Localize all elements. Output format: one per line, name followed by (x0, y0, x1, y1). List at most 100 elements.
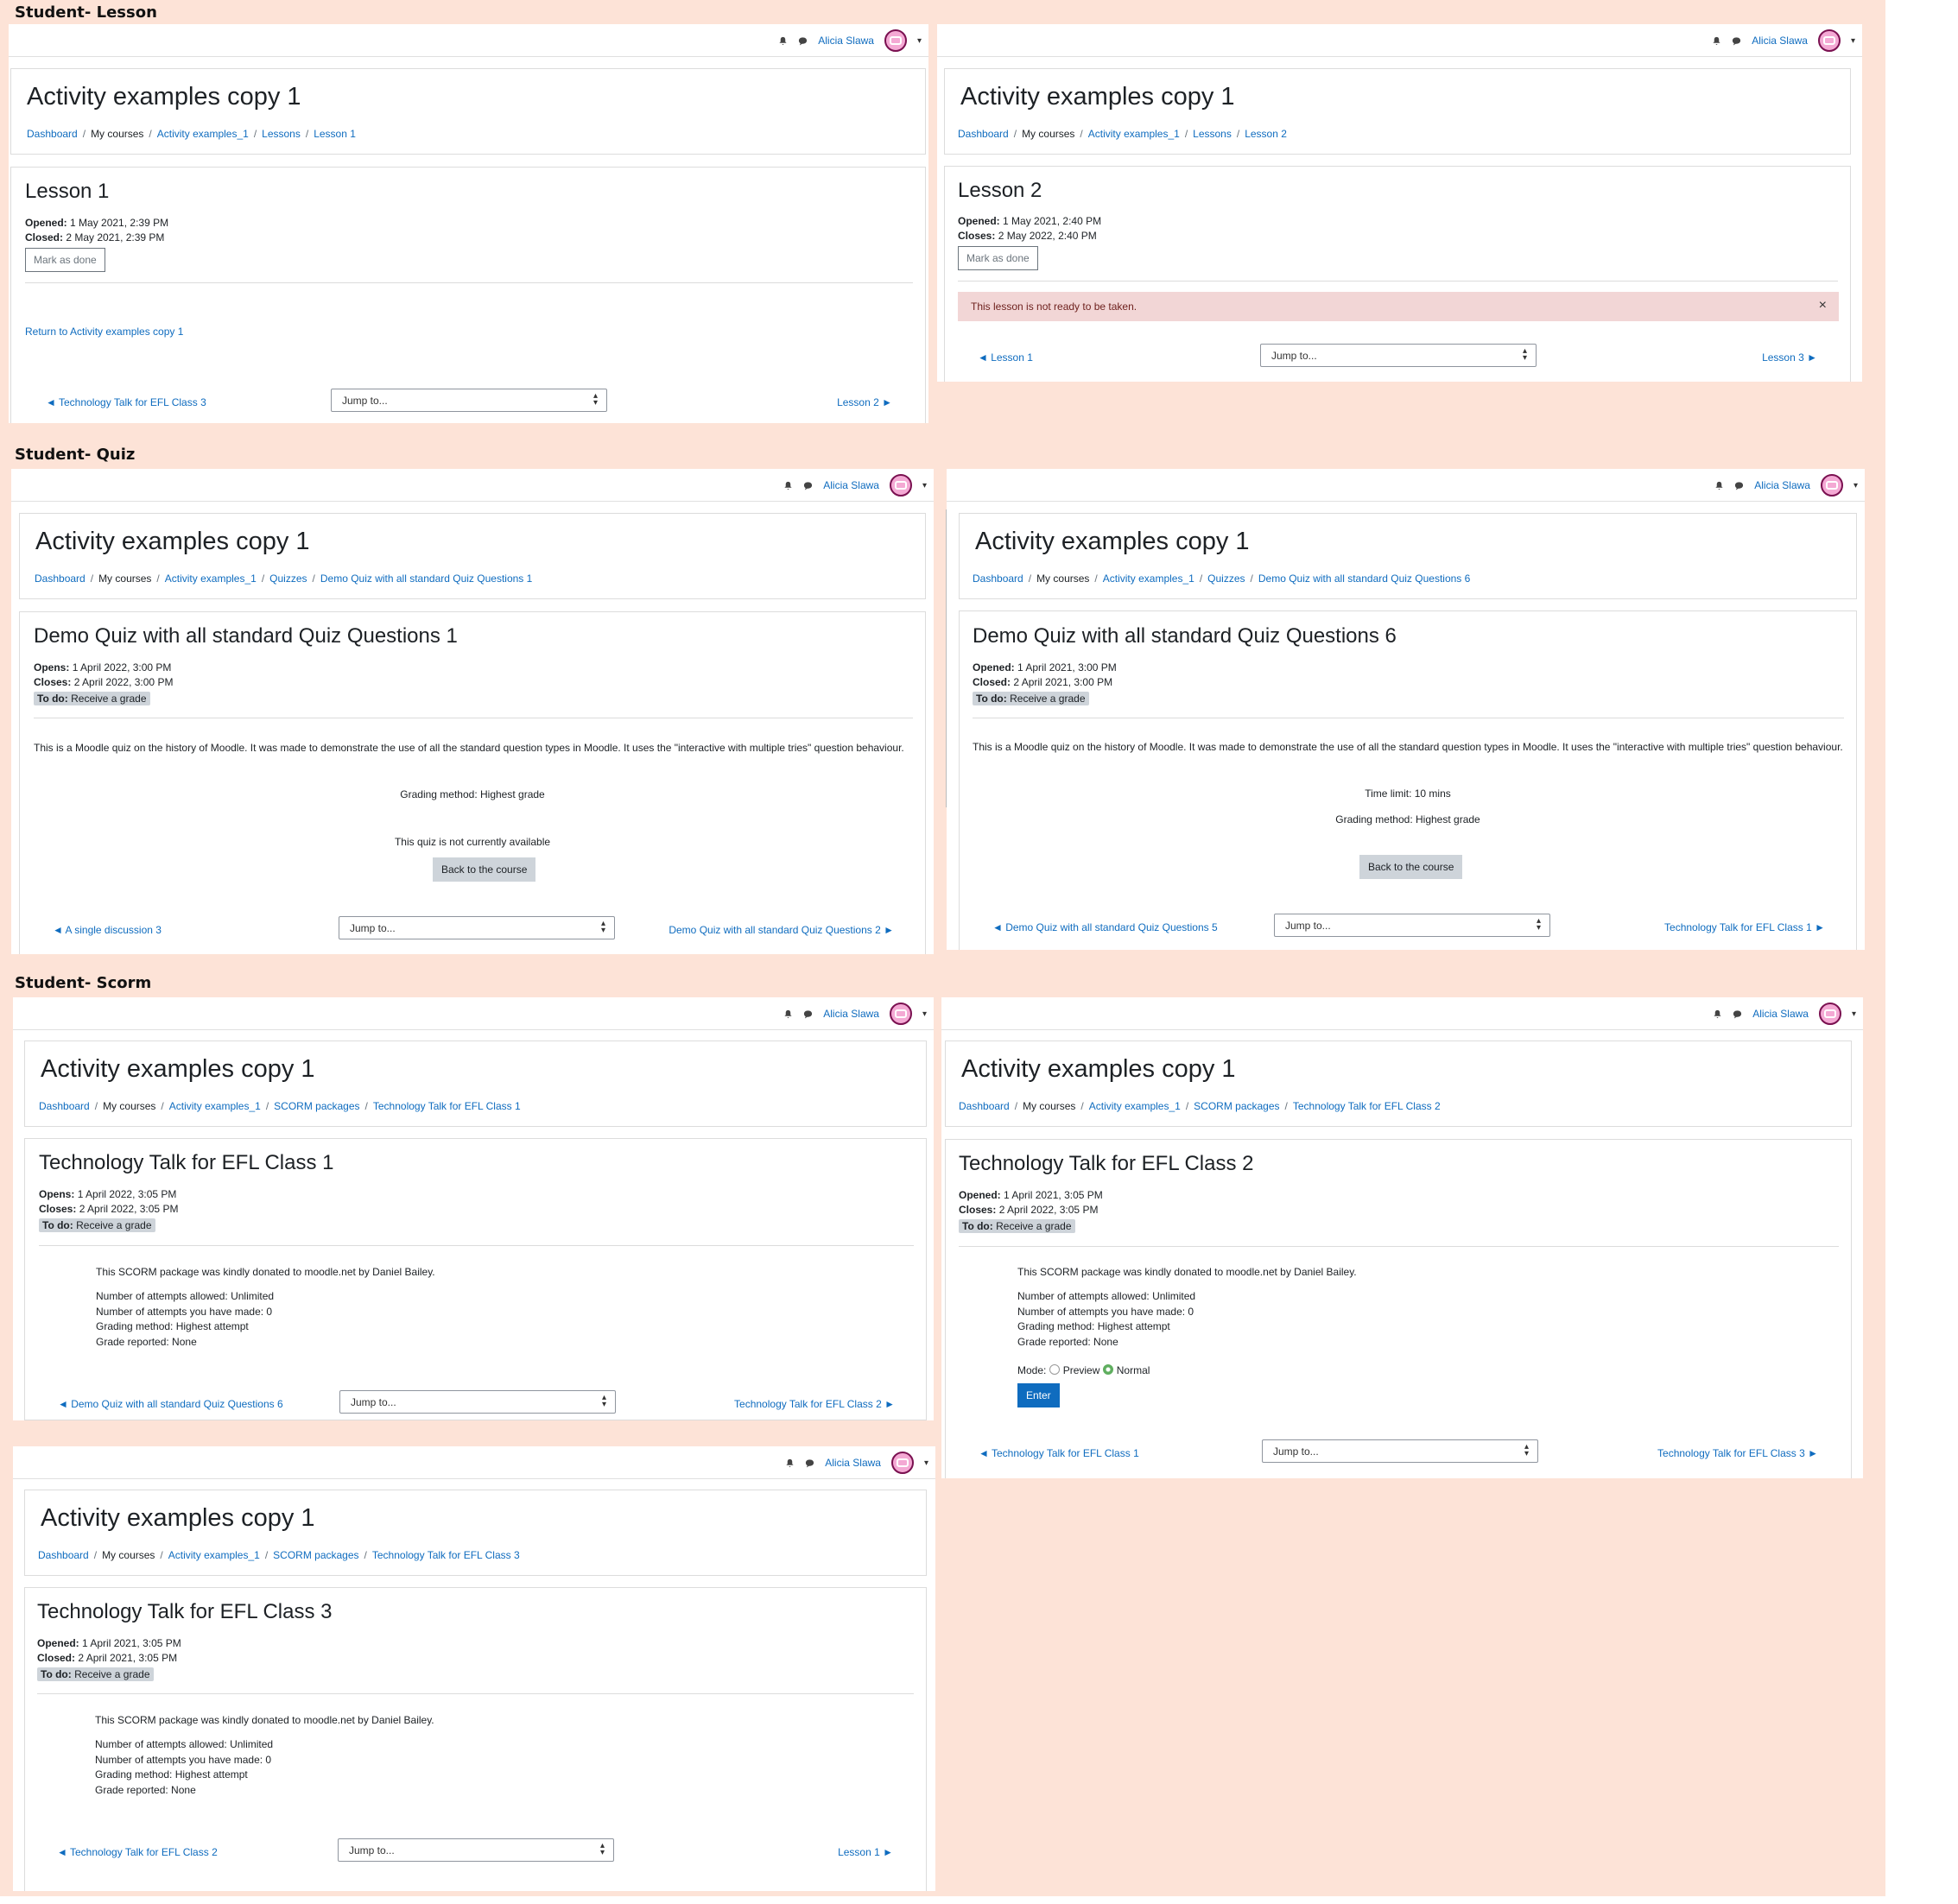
crumb-current[interactable]: Demo Quiz with all standard Quiz Questio… (1258, 572, 1470, 585)
prev-activity-link[interactable]: ◄ Technology Talk for EFL Class 2 (57, 1846, 218, 1858)
avatar[interactable] (889, 474, 912, 497)
enter-button[interactable]: Enter (1017, 1383, 1060, 1407)
crumb-current[interactable]: Lesson 1 (314, 128, 356, 140)
avatar[interactable] (890, 1452, 914, 1474)
bell-icon[interactable] (1714, 481, 1724, 490)
screenshot-lesson-2: Alicia Slawa ▾ Activity examples copy 1 … (937, 24, 1862, 382)
chevron-down-icon[interactable]: ▾ (1852, 1009, 1856, 1019)
crumb-dashboard[interactable]: Dashboard (35, 572, 86, 585)
chat-icon[interactable] (803, 1009, 813, 1019)
avatar[interactable] (1817, 29, 1841, 52)
prev-activity-link[interactable]: ◄ Demo Quiz with all standard Quiz Quest… (58, 1398, 283, 1410)
jump-to-select[interactable]: Jump to... ▴ ▾ (1262, 1439, 1538, 1463)
return-to-course-link[interactable]: Return to Activity examples copy 1 (25, 326, 183, 338)
bell-icon[interactable] (1712, 36, 1721, 46)
crumb-category[interactable]: Lessons (1193, 128, 1232, 140)
top-navbar: Alicia Slawa ▾ (947, 469, 1865, 502)
chevron-down-icon[interactable]: ▾ (1853, 481, 1858, 490)
crumb-dashboard[interactable]: Dashboard (38, 1549, 89, 1561)
next-activity-link[interactable]: Lesson 1 ► (838, 1846, 893, 1858)
crumb-current[interactable]: Technology Talk for EFL Class 2 (1293, 1100, 1441, 1112)
breadcrumb: Dashboard / My courses / Activity examples_1… (958, 128, 1287, 140)
mark-as-done-button[interactable]: Mark as done (958, 246, 1038, 270)
user-name[interactable]: Alicia Slawa (823, 479, 879, 491)
crumb-course[interactable]: Activity examples_1 (157, 128, 249, 140)
crumb-current[interactable]: Lesson 2 (1245, 128, 1287, 140)
avatar[interactable] (889, 1003, 912, 1025)
crumb-current[interactable]: Demo Quiz with all standard Quiz Questio… (320, 572, 532, 585)
next-activity-link[interactable]: Lesson 2 ► (837, 396, 892, 408)
user-name[interactable]: Alicia Slawa (1752, 1008, 1809, 1020)
back-to-course-button[interactable]: Back to the course (1359, 855, 1463, 879)
crumb-course[interactable]: Activity examples_1 (168, 1549, 260, 1561)
crumb-current[interactable]: Technology Talk for EFL Class 1 (373, 1100, 521, 1112)
crumb-course[interactable]: Activity examples_1 (1103, 572, 1194, 585)
bell-icon[interactable] (783, 1009, 793, 1019)
jump-to-select[interactable]: Jump to... ▴ ▾ (1274, 914, 1550, 937)
prev-activity-link[interactable]: ◄ Demo Quiz with all standard Quiz Quest… (992, 921, 1218, 933)
jump-to-select[interactable]: Jump to... ▴ ▾ (338, 1838, 614, 1862)
chat-icon[interactable] (1733, 1009, 1742, 1019)
chat-icon[interactable] (1732, 36, 1741, 46)
avatar[interactable] (1818, 1003, 1841, 1025)
prev-activity-link[interactable]: ◄ Technology Talk for EFL Class 1 (979, 1447, 1139, 1459)
jump-to-select[interactable]: Jump to... ▴ ▾ (1260, 344, 1537, 367)
user-name[interactable]: Alicia Slawa (1754, 479, 1810, 491)
crumb-course[interactable]: Activity examples_1 (1089, 1100, 1181, 1112)
crumb-category[interactable]: SCORM packages (274, 1100, 359, 1112)
crumb-dashboard[interactable]: Dashboard (959, 1100, 1010, 1112)
prev-activity-link[interactable]: ◄ Technology Talk for EFL Class 3 (46, 396, 206, 408)
bell-icon[interactable] (783, 481, 793, 490)
crumb-current[interactable]: Technology Talk for EFL Class 3 (372, 1549, 520, 1561)
avatar[interactable] (1820, 474, 1843, 497)
crumb-dashboard[interactable]: Dashboard (973, 572, 1023, 585)
chevron-down-icon[interactable]: ▾ (917, 36, 922, 46)
activity-dates: Opened: 1 May 2021, 2:40 PM Closes: 2 Ma… (958, 215, 1102, 242)
back-to-course-button[interactable]: Back to the course (433, 857, 536, 882)
user-name[interactable]: Alicia Slawa (825, 1457, 881, 1469)
chat-icon[interactable] (798, 36, 808, 46)
chat-icon[interactable] (805, 1458, 814, 1468)
crumb-category[interactable]: Lessons (262, 128, 301, 140)
bell-icon[interactable] (785, 1458, 795, 1468)
crumb-category[interactable]: Quizzes (269, 572, 307, 585)
close-icon[interactable]: × (1819, 298, 1827, 313)
todo-badge: To do: Receive a grade (959, 1219, 1075, 1233)
crumb-dashboard[interactable]: Dashboard (27, 128, 78, 140)
crumb-course[interactable]: Activity examples_1 (165, 572, 257, 585)
next-activity-link[interactable]: Technology Talk for EFL Class 1 ► (1664, 921, 1825, 933)
jump-to-select[interactable]: Jump to... ▴ ▾ (331, 389, 607, 412)
bell-icon[interactable] (1713, 1009, 1722, 1019)
crumb-course[interactable]: Activity examples_1 (169, 1100, 261, 1112)
chevron-down-icon[interactable]: ▾ (922, 1009, 927, 1019)
prev-activity-link[interactable]: ◄ Lesson 1 (978, 351, 1033, 364)
bell-icon[interactable] (778, 36, 788, 46)
next-activity-link[interactable]: Demo Quiz with all standard Quiz Questio… (669, 924, 894, 936)
crumb-dashboard[interactable]: Dashboard (39, 1100, 90, 1112)
chat-icon[interactable] (1734, 481, 1744, 490)
activity-title: Technology Talk for EFL Class 1 (39, 1151, 334, 1174)
crumb-dashboard[interactable]: Dashboard (958, 128, 1009, 140)
prev-activity-link[interactable]: ◄ A single discussion 3 (53, 924, 162, 936)
user-name[interactable]: Alicia Slawa (1752, 35, 1808, 47)
scorm-info: Number of attempts allowed: Unlimited Nu… (95, 1738, 274, 1796)
mode-preview-radio[interactable] (1049, 1364, 1060, 1375)
mode-normal-radio[interactable] (1102, 1364, 1113, 1375)
avatar[interactable] (884, 29, 907, 52)
jump-to-select[interactable]: Jump to... ▴ ▾ (339, 1390, 616, 1414)
crumb-course[interactable]: Activity examples_1 (1088, 128, 1180, 140)
user-name[interactable]: Alicia Slawa (818, 35, 874, 47)
chevron-down-icon[interactable]: ▾ (924, 1458, 928, 1468)
chat-icon[interactable] (803, 481, 813, 490)
next-activity-link[interactable]: Technology Talk for EFL Class 2 ► (734, 1398, 895, 1410)
next-activity-link[interactable]: Lesson 3 ► (1762, 351, 1817, 364)
crumb-category[interactable]: Quizzes (1207, 572, 1245, 585)
chevron-down-icon[interactable]: ▾ (1851, 36, 1855, 46)
next-activity-link[interactable]: Technology Talk for EFL Class 3 ► (1657, 1447, 1818, 1459)
chevron-down-icon[interactable]: ▾ (922, 481, 927, 490)
crumb-category[interactable]: SCORM packages (273, 1549, 358, 1561)
mark-as-done-button[interactable]: Mark as done (25, 248, 105, 272)
jump-to-select[interactable]: Jump to... ▴ ▾ (339, 916, 615, 939)
user-name[interactable]: Alicia Slawa (823, 1008, 879, 1020)
crumb-category[interactable]: SCORM packages (1194, 1100, 1279, 1112)
